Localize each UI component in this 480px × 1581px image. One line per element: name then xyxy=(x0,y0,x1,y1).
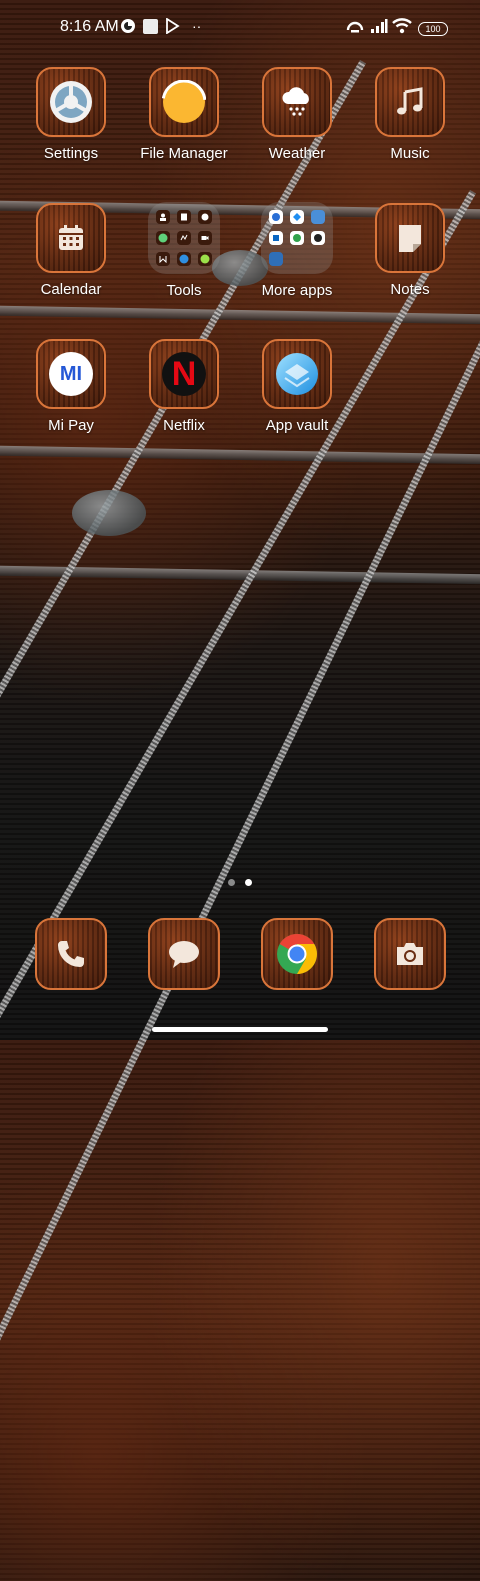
notes-icon xyxy=(375,203,445,273)
status-bar: 8:16 AM ·· 100 xyxy=(0,0,480,56)
app-settings[interactable]: Settings xyxy=(21,67,121,162)
page-dot[interactable] xyxy=(228,879,235,886)
dock-phone[interactable] xyxy=(34,918,108,990)
mini-app-icon xyxy=(156,231,170,245)
mini-app-icon xyxy=(290,210,304,224)
dock-chrome[interactable] xyxy=(260,918,334,990)
mini-app-icon xyxy=(269,231,283,245)
dock-camera[interactable] xyxy=(373,918,447,990)
phone-icon xyxy=(35,918,107,990)
file-manager-icon xyxy=(149,67,219,137)
mini-app-icon xyxy=(177,210,191,224)
app-notes[interactable]: Notes xyxy=(360,203,460,298)
app-label: Calendar xyxy=(40,281,102,298)
mini-app-icon xyxy=(269,252,283,266)
app-label: File Manager xyxy=(140,145,228,162)
wallpaper-fret xyxy=(0,305,480,325)
weather-icon xyxy=(262,67,332,137)
mini-app-icon xyxy=(198,210,212,224)
mini-app-icon xyxy=(198,231,212,245)
app-label: Notes xyxy=(390,281,430,298)
app-netflix[interactable]: N Netflix xyxy=(134,339,234,434)
mini-app-icon xyxy=(311,210,325,224)
folder-icon xyxy=(261,202,333,274)
netflix-logo: N xyxy=(162,352,206,396)
app-notification-icon xyxy=(120,18,136,39)
app-label: Weather xyxy=(268,145,326,162)
page-indicator xyxy=(228,879,252,886)
settings-icon xyxy=(36,67,106,137)
mini-app-icon xyxy=(156,252,170,266)
app-mi-pay[interactable]: MI Mi Pay xyxy=(21,339,121,434)
wallpaper-inlay xyxy=(72,490,146,536)
mini-app-icon xyxy=(156,210,170,224)
app-label: App vault xyxy=(265,417,329,434)
play-store-icon xyxy=(165,17,180,39)
folder-icon xyxy=(148,202,220,274)
mini-app-icon xyxy=(198,252,212,266)
app-app-vault[interactable]: App vault xyxy=(247,339,347,434)
app-music[interactable]: Music xyxy=(360,67,460,162)
app-calendar[interactable]: Calendar xyxy=(21,203,121,298)
dock-messages[interactable] xyxy=(147,918,221,990)
mini-app-icon xyxy=(269,210,283,224)
app-vault-icon xyxy=(262,339,332,409)
folder-tools[interactable]: Tools xyxy=(134,202,234,299)
app-file-manager[interactable]: File Manager xyxy=(134,67,234,162)
calendar-icon xyxy=(36,203,106,273)
mini-app-icon xyxy=(311,231,325,245)
mi-pay-icon: MI xyxy=(36,339,106,409)
square-notification-icon xyxy=(143,19,158,39)
app-label: Music xyxy=(390,145,430,162)
app-weather[interactable]: Weather xyxy=(247,67,347,162)
camera-icon xyxy=(374,918,446,990)
wallpaper-fret xyxy=(0,565,480,585)
music-icon xyxy=(375,67,445,137)
wifi-icon xyxy=(392,17,412,39)
home-gesture-bar[interactable] xyxy=(152,1027,328,1032)
mini-app-icon xyxy=(177,252,191,266)
mi-pay-badge: MI xyxy=(49,352,93,396)
app-label: Mi Pay xyxy=(48,417,94,434)
mini-app-icon xyxy=(290,231,304,245)
hotspot-icon xyxy=(345,18,365,39)
chrome-icon xyxy=(261,918,333,990)
mini-app-icon xyxy=(177,231,191,245)
battery-indicator: 100 xyxy=(418,22,448,36)
status-time: 8:16 AM xyxy=(60,18,119,35)
app-label: Tools xyxy=(166,282,202,299)
signal-icon xyxy=(370,18,388,39)
more-notifications-icon: ·· xyxy=(192,18,202,34)
app-label: More apps xyxy=(261,282,333,299)
page-dot-active[interactable] xyxy=(245,879,252,886)
netflix-icon: N xyxy=(149,339,219,409)
wallpaper-fret xyxy=(0,445,480,465)
folder-more-apps[interactable]: More apps xyxy=(247,202,347,299)
app-label: Settings xyxy=(43,145,99,162)
app-label: Netflix xyxy=(163,417,205,434)
messages-icon xyxy=(148,918,220,990)
